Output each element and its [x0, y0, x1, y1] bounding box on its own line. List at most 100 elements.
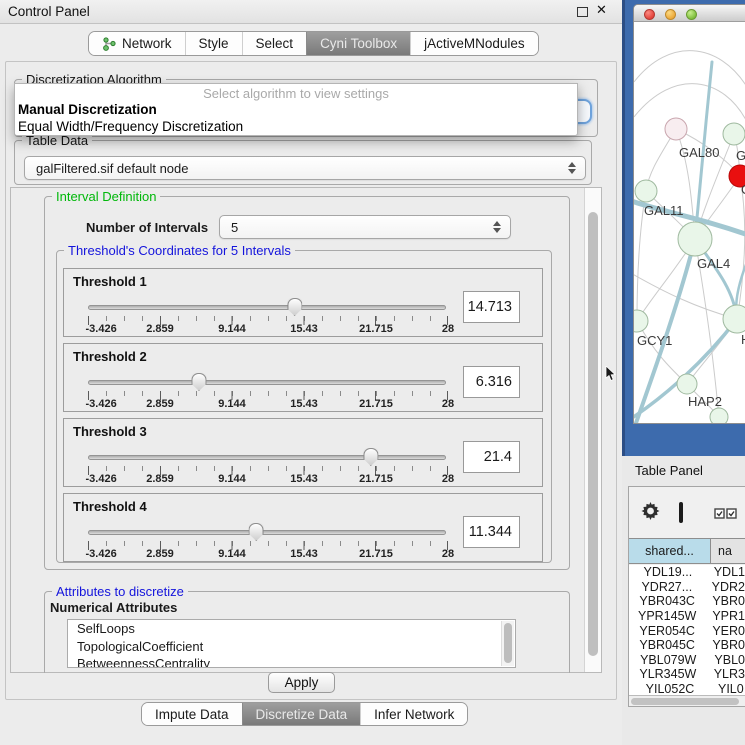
close-traffic-light-icon[interactable]	[644, 9, 655, 20]
zoom-traffic-light-icon[interactable]	[686, 9, 697, 20]
node-h[interactable]	[723, 305, 745, 333]
table-row[interactable]: YER054CYER0	[629, 623, 745, 638]
tick-label: 28	[442, 548, 454, 560]
list-item[interactable]: BetweennessCentrality	[68, 655, 515, 668]
tab-network[interactable]: Network	[89, 32, 185, 55]
tab-label: Infer Network	[374, 707, 454, 722]
node-label: GCY1	[637, 333, 672, 348]
list-item[interactable]: SelfLoops	[68, 620, 515, 638]
node-label: GAL80	[679, 145, 719, 160]
slider-track[interactable]	[88, 305, 446, 310]
table-row[interactable]: YBR043CYBR0	[629, 594, 745, 609]
tick-label: 15.43	[290, 473, 318, 485]
tab-style[interactable]: Style	[185, 32, 242, 55]
threshold-1-panel: Threshold 1 -3.426 2.859 9.144 15.43 21.…	[63, 268, 543, 337]
table-data-select[interactable]: galFiltered.sif default node	[24, 156, 586, 180]
threshold-1-value-field[interactable]: 14.713	[463, 291, 520, 323]
table-row[interactable]: YBL079WYBL0	[629, 653, 745, 668]
vertical-scrollbar[interactable]	[584, 188, 601, 672]
threshold-3-value-field[interactable]: 21.4	[463, 441, 520, 473]
table-row[interactable]: YIL052CYIL0	[629, 682, 745, 695]
slider-thumb[interactable]	[287, 298, 302, 316]
tab-cyni-toolbox[interactable]: Cyni Toolbox	[306, 32, 410, 55]
tab-infer-network[interactable]: Infer Network	[360, 703, 467, 725]
slider-thumb[interactable]	[191, 373, 206, 391]
table-row[interactable]: YPR145WYPR1	[629, 609, 745, 624]
threshold-2-slider[interactable]	[88, 370, 446, 390]
node-gal80[interactable]	[665, 118, 687, 140]
slider-track[interactable]	[88, 455, 446, 460]
combo-arrows-icon	[568, 162, 576, 174]
checkbox-icon[interactable]	[714, 506, 725, 524]
table-row[interactable]: YDR27...YDR2	[629, 580, 745, 595]
tick-label: 15.43	[290, 323, 318, 335]
threshold-2-value-field[interactable]: 6.316	[463, 366, 520, 398]
network-canvas[interactable]: GAL80 GA C GAL11 GAL4 GCY1 H HAP2	[634, 22, 745, 424]
network-window-titlebar[interactable]	[634, 5, 745, 22]
checkbox-icon[interactable]	[726, 506, 737, 524]
close-icon[interactable]: ✕	[596, 3, 607, 18]
node-label: C	[741, 182, 745, 197]
tab-impute-data[interactable]: Impute Data	[142, 703, 242, 725]
numerical-attributes-label: Numerical Attributes	[50, 600, 177, 615]
tab-select[interactable]: Select	[242, 32, 307, 55]
list-item[interactable]: TopologicalCoefficient	[68, 638, 515, 656]
tick-label: 28	[442, 473, 454, 485]
column-header-shared-name[interactable]: shared...	[629, 539, 711, 563]
slider-tick-labels: -3.426 2.859 9.144 15.43 21.715 28	[88, 473, 448, 486]
table-row[interactable]: YBR045CYBR0	[629, 638, 745, 653]
group-title: Attributes to discretize	[52, 584, 188, 599]
tick-label: -3.426	[86, 473, 117, 485]
node-table: shared... na YDL19...YDL1 YDR27...YDR2 Y…	[628, 486, 745, 707]
table-panel-title: Table Panel	[635, 463, 703, 478]
slider-thumb[interactable]	[249, 523, 264, 541]
gear-icon[interactable]	[641, 502, 660, 526]
node-ga[interactable]	[723, 123, 745, 145]
scrollbar-thumb[interactable]	[631, 698, 739, 705]
dropdown-option-equal-width[interactable]: Equal Width/Frequency Discretization	[18, 119, 574, 135]
node-gcy1[interactable]	[634, 310, 648, 332]
threshold-4-value-field[interactable]: 11.344	[463, 516, 520, 548]
slider-track[interactable]	[88, 530, 446, 535]
tab-label: Network	[122, 36, 172, 51]
scrollbar-thumb[interactable]	[504, 623, 512, 663]
tab-label: Cyni Toolbox	[320, 36, 397, 51]
dropdown-option-manual[interactable]: Manual Discretization	[18, 102, 574, 118]
tick-label: 2.859	[146, 323, 174, 335]
node-hap2[interactable]	[677, 374, 697, 394]
threshold-label: Threshold 2	[73, 349, 147, 364]
tab-discretize-data[interactable]: Discretize Data	[242, 703, 361, 725]
tick-label: 21.715	[359, 323, 393, 335]
float-window-icon[interactable]	[577, 7, 588, 17]
threshold-3-slider[interactable]	[88, 445, 446, 465]
column-header-name[interactable]: na	[711, 539, 745, 563]
table-row[interactable]: YLR345WYLR3	[629, 667, 745, 682]
node-gal4[interactable]	[678, 222, 712, 256]
threshold-4-slider[interactable]	[88, 520, 446, 540]
tick-label: 21.715	[359, 473, 393, 485]
slider-thumb[interactable]	[363, 448, 378, 466]
list-scrollbar[interactable]	[501, 621, 514, 666]
split-columns-icon[interactable]	[679, 502, 683, 523]
slider-track[interactable]	[88, 380, 446, 385]
minimize-traffic-light-icon[interactable]	[665, 9, 676, 20]
node-bottom[interactable]	[710, 408, 728, 424]
num-intervals-spinner[interactable]: 5	[219, 215, 511, 239]
tick-label: 28	[442, 398, 454, 410]
algorithm-dropdown: Select algorithm to view settings Manual…	[14, 83, 578, 136]
tick-label: 28	[442, 323, 454, 335]
scrollbar-thumb[interactable]	[588, 212, 598, 656]
table-toolbar	[629, 487, 745, 537]
tab-jactivemnodules[interactable]: jActiveMNodules	[410, 32, 538, 55]
group-title: Interval Definition	[52, 189, 160, 204]
table-row[interactable]: YDL19...YDL1	[629, 565, 745, 580]
tick-label: 9.144	[218, 548, 246, 560]
horizontal-scrollbar[interactable]	[629, 695, 745, 706]
node-gal11[interactable]	[635, 180, 657, 202]
tick-label: 15.43	[290, 398, 318, 410]
apply-button[interactable]: Apply	[268, 672, 335, 693]
node-label: H	[741, 332, 745, 347]
threshold-1-slider[interactable]	[88, 295, 446, 315]
group-title: Threshold's Coordinates for 5 Intervals	[64, 243, 295, 258]
window-title: Control Panel	[8, 4, 90, 19]
